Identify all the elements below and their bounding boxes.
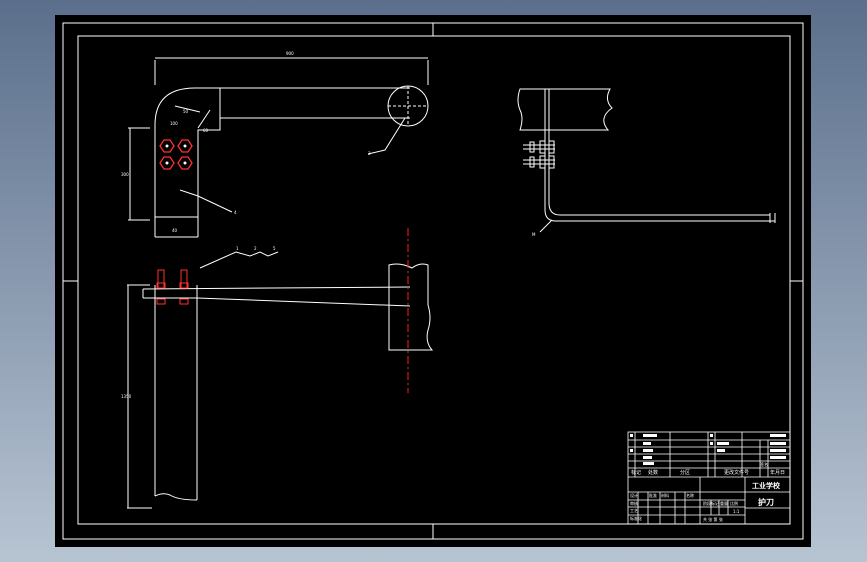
tb-hdr-2: 分区 <box>680 469 690 476</box>
tb-row-4: 批准 <box>649 492 657 498</box>
tb-scale: 1:1 <box>733 509 740 514</box>
tb-hdr-0: 标记 <box>631 469 641 476</box>
tb-row-1: 审核 <box>630 500 638 506</box>
dim-small-c: 60 <box>203 128 209 133</box>
tb-stage-1: 重量 <box>720 500 728 506</box>
side-callout: M <box>532 232 536 237</box>
tb-hdr-3: 更改文件号 <box>724 469 749 476</box>
dim-side-text: 1350 <box>121 394 132 399</box>
tb-stage-2: 比例 <box>730 500 738 506</box>
dim-small-a: 50 <box>183 109 189 114</box>
tb-row-3: 标准化 <box>630 515 642 521</box>
tb-part-name: 护刀 <box>758 497 774 507</box>
tb-material-1: 名称 <box>686 492 694 498</box>
tb-row-2: 工艺 <box>630 508 638 513</box>
dim-left-text: 300 <box>121 172 129 177</box>
tb-sheet: 共 张 第 张 <box>703 516 723 522</box>
dim-small-b: 100 <box>170 121 178 126</box>
tb-row-0: 设计 <box>630 492 638 498</box>
drawing-sheet: 900 300 40 50 100 60 3 4 1350 1 2 5 M 标记… <box>55 15 811 547</box>
tb-hdr-1: 处数 <box>648 469 658 476</box>
tb-stage-0: 阶段标记 <box>703 500 719 506</box>
tb-hdr-4: 签名 <box>760 461 768 467</box>
cad-viewport[interactable]: 900 300 40 50 100 60 3 4 1350 1 2 5 M 标记… <box>0 0 867 562</box>
tb-hdr-5: 年月日 <box>770 469 785 476</box>
tb-school: 工业学校 <box>752 481 781 490</box>
dim-top-text: 900 <box>286 51 294 56</box>
tb-material-0: 材料 <box>661 492 669 498</box>
dim-bottom-text: 40 <box>172 228 178 233</box>
